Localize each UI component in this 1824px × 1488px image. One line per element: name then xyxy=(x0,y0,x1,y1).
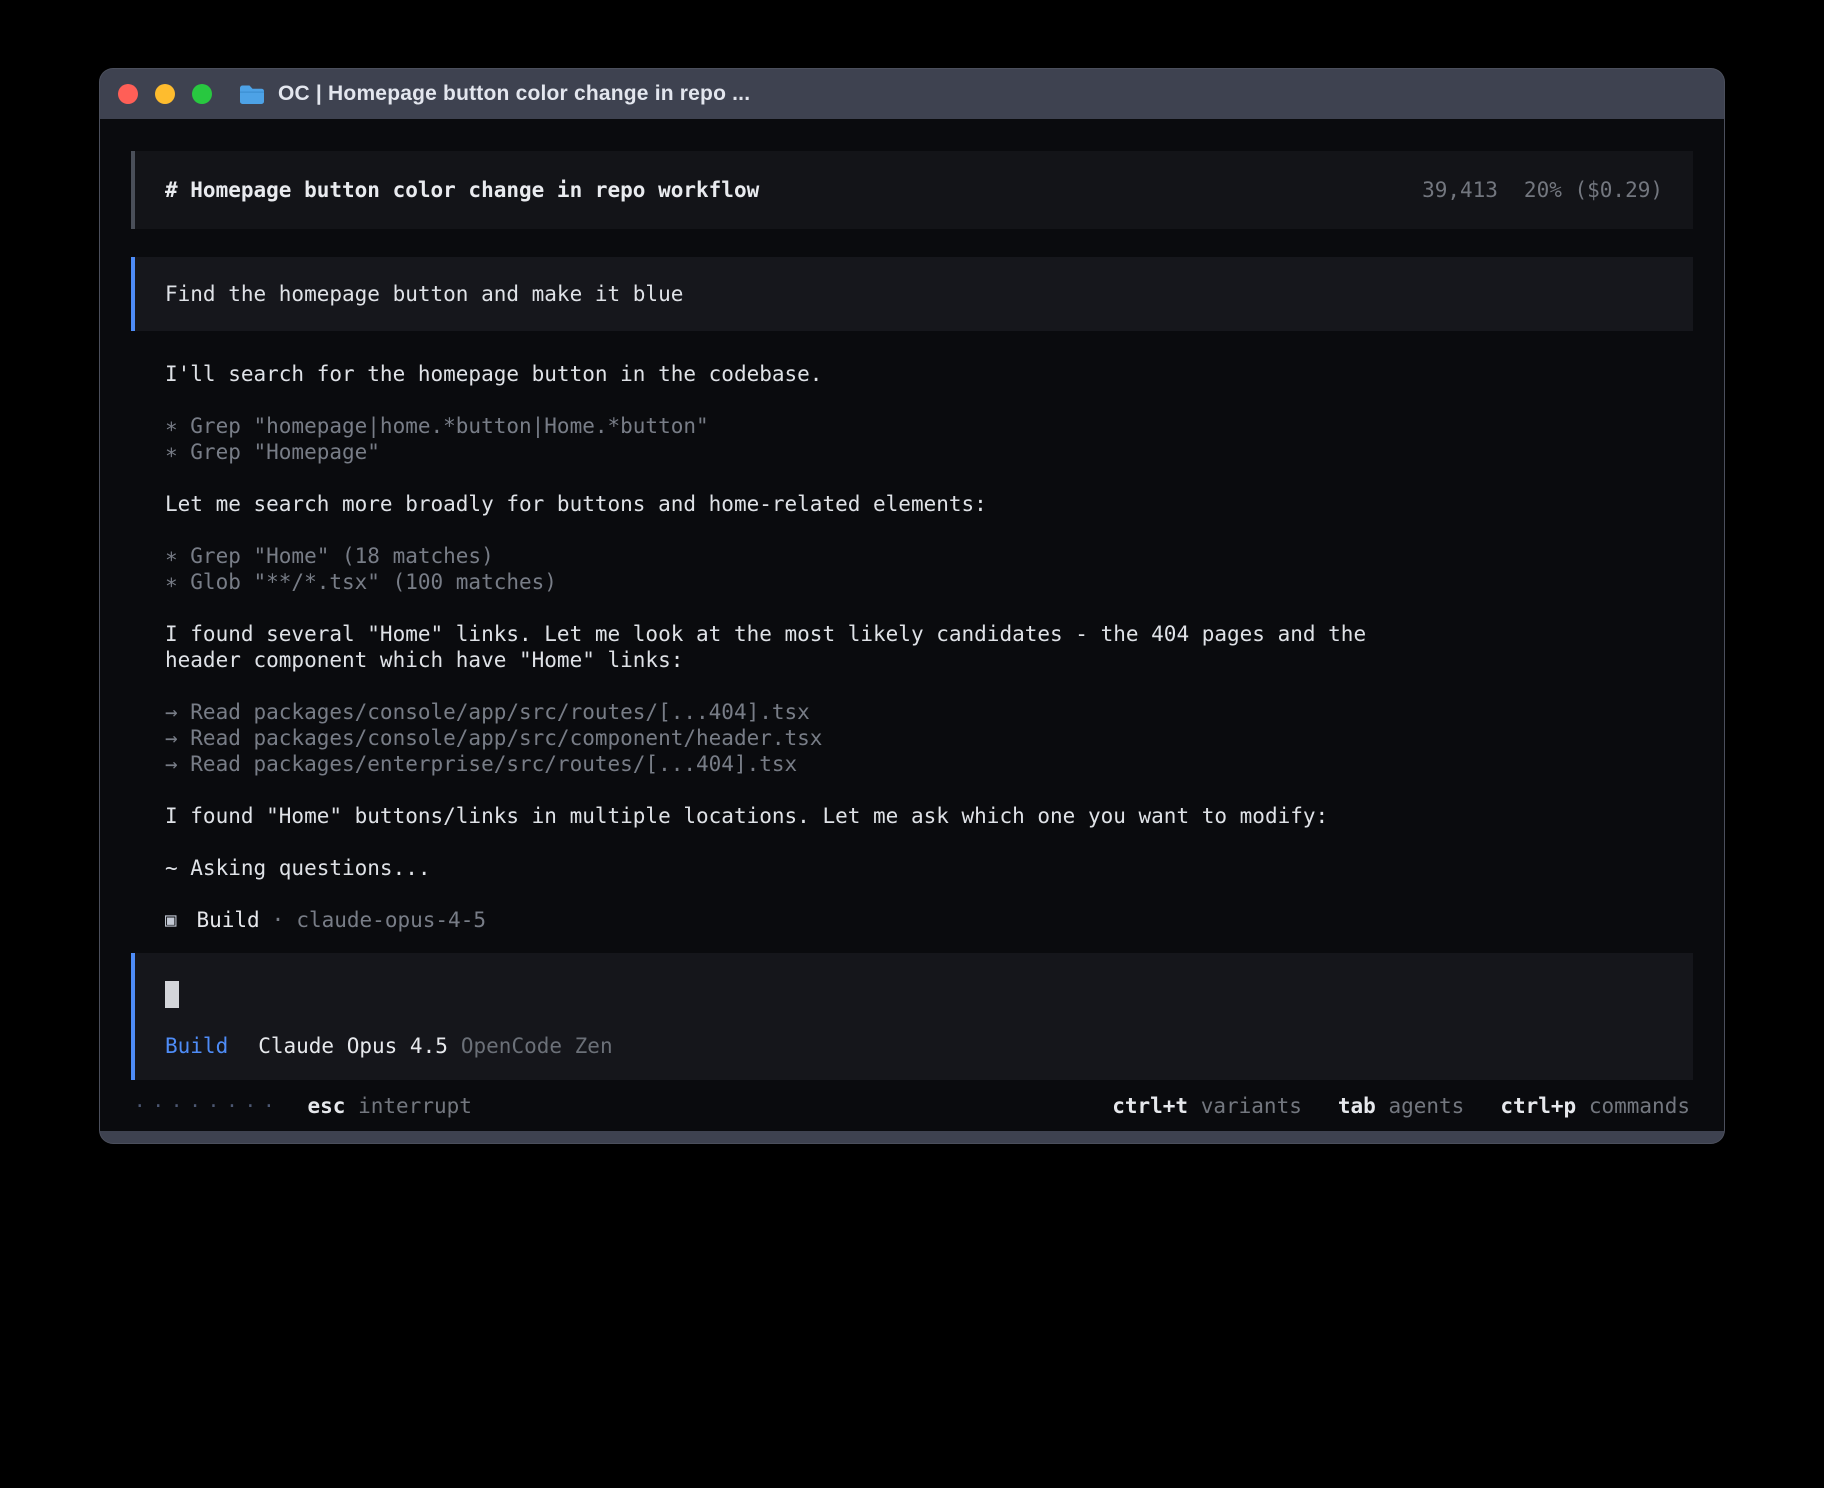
traffic-lights xyxy=(118,84,212,104)
tool-call: → Read packages/console/app/src/componen… xyxy=(165,725,1659,751)
prompt-input[interactable]: Build Claude Opus 4.5 OpenCode Zen xyxy=(131,953,1693,1080)
assistant-text: ~ Asking questions... xyxy=(165,855,1659,881)
tool-call: ∗ Grep "homepage|home.*button|Home.*butt… xyxy=(165,413,1659,439)
model-label[interactable]: Claude Opus 4.5 xyxy=(258,1034,448,1058)
assistant-paragraph: I found "Home" buttons/links in multiple… xyxy=(165,803,1659,829)
spinner-icon: ········ xyxy=(134,1095,282,1117)
agent-status-row: ▣ Build · claude-opus-4-5 xyxy=(165,907,1659,933)
titlebar: OC | Homepage button color change in rep… xyxy=(100,69,1724,119)
session-header: # Homepage button color change in repo w… xyxy=(131,151,1693,229)
tool-call: → Read packages/console/app/src/routes/[… xyxy=(165,699,1659,725)
conversation: I'll search for the homepage button in t… xyxy=(131,331,1693,933)
esc-key: esc xyxy=(308,1094,346,1118)
variants-label: variants xyxy=(1201,1094,1302,1118)
zoom-button[interactable] xyxy=(192,84,212,104)
statusbar: ········ esc interrupt ctrl+t variants t… xyxy=(131,1080,1693,1131)
commands-label: commands xyxy=(1589,1094,1690,1118)
assistant-text: I'll search for the homepage button in t… xyxy=(165,361,1659,387)
tool-call-group: ∗ Grep "homepage|home.*button|Home.*butt… xyxy=(165,413,1659,465)
session-stats: 39,413 20% ($0.29) xyxy=(1422,178,1663,202)
assistant-text: I found several "Home" links. Let me loo… xyxy=(165,621,1659,647)
agents-key: tab xyxy=(1338,1094,1376,1118)
user-message-text: Find the homepage button and make it blu… xyxy=(165,282,683,306)
input-footer: Build Claude Opus 4.5 OpenCode Zen xyxy=(165,1034,1663,1058)
minimize-button[interactable] xyxy=(155,84,175,104)
agent-name: Build xyxy=(196,907,259,933)
tool-call-group: → Read packages/console/app/src/routes/[… xyxy=(165,699,1659,777)
assistant-paragraph: Let me search more broadly for buttons a… xyxy=(165,491,1659,517)
text-cursor xyxy=(165,981,179,1008)
variants-hint: ctrl+t variants xyxy=(1112,1094,1302,1118)
commands-key: ctrl+p xyxy=(1500,1094,1576,1118)
agents-label: agents xyxy=(1388,1094,1464,1118)
close-button[interactable] xyxy=(118,84,138,104)
esc-hint: esc interrupt xyxy=(308,1094,472,1118)
variants-key: ctrl+t xyxy=(1112,1094,1188,1118)
assistant-paragraph: I found several "Home" links. Let me loo… xyxy=(165,621,1659,673)
commands-hint: ctrl+p commands xyxy=(1500,1094,1690,1118)
agent-icon: ▣ xyxy=(165,907,176,933)
statusbar-right: ctrl+t variants tab agents ctrl+p comman… xyxy=(1112,1094,1690,1118)
esc-label: interrupt xyxy=(358,1094,472,1118)
user-message: Find the homepage button and make it blu… xyxy=(131,257,1693,331)
agents-hint: tab agents xyxy=(1338,1094,1464,1118)
tool-call: ∗ Grep "Homepage" xyxy=(165,439,1659,465)
token-count: 39,413 xyxy=(1422,178,1498,202)
assistant-text: I found "Home" buttons/links in multiple… xyxy=(165,803,1659,829)
tool-call-group: ∗ Grep "Home" (18 matches) ∗ Glob "**/*.… xyxy=(165,543,1659,595)
agent-separator: · xyxy=(272,907,285,933)
assistant-paragraph: I'll search for the homepage button in t… xyxy=(165,361,1659,387)
terminal-window: OC | Homepage button color change in rep… xyxy=(99,68,1725,1144)
folder-icon xyxy=(238,83,266,106)
tool-call: ∗ Glob "**/*.tsx" (100 matches) xyxy=(165,569,1659,595)
tool-call: → Read packages/enterprise/src/routes/[.… xyxy=(165,751,1659,777)
session-title: # Homepage button color change in repo w… xyxy=(165,178,759,202)
mode-label[interactable]: Build xyxy=(165,1034,228,1058)
statusbar-left: ········ esc interrupt xyxy=(134,1094,472,1118)
context-cost: 20% ($0.29) xyxy=(1524,178,1663,202)
agent-model: claude-opus-4-5 xyxy=(296,907,486,933)
assistant-text: header component which have "Home" links… xyxy=(165,647,1659,673)
assistant-paragraph: ~ Asking questions... xyxy=(165,855,1659,881)
tool-call: ∗ Grep "Home" (18 matches) xyxy=(165,543,1659,569)
window-title: OC | Homepage button color change in rep… xyxy=(278,82,750,106)
provider-label: OpenCode Zen xyxy=(461,1034,613,1058)
terminal-content: # Homepage button color change in repo w… xyxy=(100,119,1724,1131)
assistant-text: Let me search more broadly for buttons a… xyxy=(165,491,1659,517)
